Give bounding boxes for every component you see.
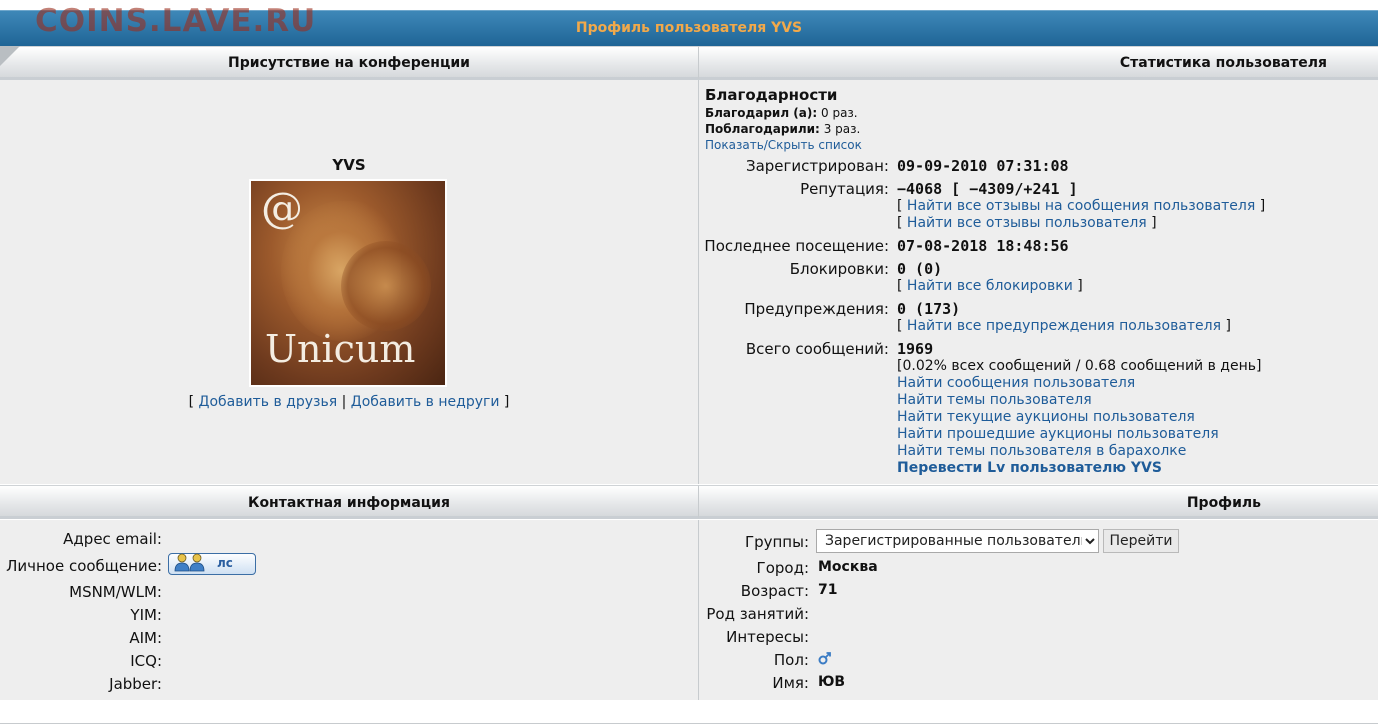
aim-label: AIM: <box>129 629 162 647</box>
blocks-label: Блокировки: <box>789 260 889 278</box>
stats-header: Статистика пользователя <box>698 46 1378 80</box>
stats-cell: Благодарности Благодарил (а): 0 раз. Поб… <box>698 80 1378 484</box>
stats-header-label: Статистика пользователя <box>1119 55 1327 71</box>
add-friend-link[interactable]: Добавить в друзья <box>199 394 338 410</box>
blocks-link[interactable]: Найти все блокировки <box>907 278 1073 294</box>
posts-detail: [0.02% всех сообщений / 0.68 сообщений в… <box>897 358 1262 374</box>
thanks-gave-label: Благодарил (а): <box>705 106 818 120</box>
contact-header-label: Контактная информация <box>248 495 450 511</box>
blocks-link-wrap: [ Найти все блокировки ] <box>897 278 1083 294</box>
blocks-value: 0 (0) <box>897 260 943 278</box>
rep-link2-wrap: [ Найти все отзывы пользователя ] <box>897 215 1157 231</box>
yim-label: YIM: <box>130 606 162 624</box>
thanks-toggle-link[interactable]: Показать/Скрыть список <box>705 138 862 152</box>
icq-label: ICQ: <box>130 652 162 670</box>
transfer-lv-link[interactable]: Перевести Lv пользователю YVS <box>897 460 1162 476</box>
thanks-gave: Благодарил (а): 0 раз. <box>705 106 858 120</box>
add-enemy-link[interactable]: Добавить в недруги <box>351 394 500 410</box>
pm-button-label: лс <box>217 556 233 570</box>
contact-cell: Адрес email: Личное сообщение: лс MSNM/W… <box>0 520 698 700</box>
city-value: Москва <box>818 559 878 575</box>
thanks-gave-value: 0 раз. <box>821 106 858 120</box>
avatar: @ Unicum <box>249 179 447 387</box>
city-label: Город: <box>756 559 809 577</box>
profile-cell: Группы: Зарегистрированные пользователи … <box>698 520 1378 700</box>
warnings-link[interactable]: Найти все предупреждения пользователя <box>907 318 1221 334</box>
msn-label: MSNM/WLM: <box>69 583 162 601</box>
gender-label: Пол: <box>773 651 809 669</box>
registered-label: Зарегистрирован: <box>745 157 889 175</box>
rep-link1-wrap: [ Найти все отзывы на сообщения пользова… <box>897 198 1266 214</box>
age-label: Возраст: <box>740 582 809 600</box>
interests-label: Интересы: <box>726 628 809 646</box>
warnings-label: Предупреждения: <box>744 300 889 318</box>
avatar-caption: Unicum <box>265 327 416 371</box>
presence-cell: YVS @ Unicum [ Добавить в друзья | Добав… <box>0 80 698 484</box>
warnings-value: 0 (173) <box>897 300 961 318</box>
groups-select[interactable]: Зарегистрированные пользователи <box>816 529 1099 553</box>
find-past-auctions-link[interactable]: Найти прошедшие аукционы пользователя <box>897 426 1219 442</box>
warnings-link-wrap: [ Найти все предупреждения пользователя … <box>897 318 1231 334</box>
find-topics-link[interactable]: Найти темы пользователя <box>897 392 1092 408</box>
pm-label: Личное сообщение: <box>6 557 162 575</box>
rep-given-link[interactable]: Найти все отзывы пользователя <box>907 215 1147 231</box>
male-icon <box>818 652 831 665</box>
users-icon <box>174 553 205 572</box>
corner-decoration <box>0 46 20 66</box>
bottom-divider <box>0 723 1378 724</box>
reputation-label: Репутация: <box>800 180 889 198</box>
occupation-label: Род занятий: <box>706 605 809 623</box>
thanks-title: Благодарности <box>705 86 838 104</box>
pm-button[interactable]: лс <box>168 553 256 575</box>
username: YVS <box>332 156 366 174</box>
avatar-at-sign: @ <box>261 183 303 232</box>
thanks-got-label: Поблагодарили: <box>705 122 820 136</box>
thanks-got-value: 3 раз. <box>823 122 861 136</box>
name-value: ЮВ <box>818 674 846 690</box>
find-posts-link[interactable]: Найти сообщения пользователя <box>897 375 1135 391</box>
thanks-got: Поблагодарили: 3 раз. <box>705 122 860 136</box>
go-button[interactable]: Перейти <box>1103 529 1179 553</box>
presence-header-label: Присутствие на конференции <box>228 55 470 71</box>
last-visit-label: Последнее посещение: <box>704 237 889 255</box>
find-current-auctions-link[interactable]: Найти текущие аукционы пользователя <box>897 409 1195 425</box>
site-watermark: COINS.LAVE.RU <box>35 3 317 39</box>
name-label: Имя: <box>772 674 809 692</box>
friend-links: [ Добавить в друзья | Добавить в недруги… <box>188 394 510 410</box>
email-label: Адрес email: <box>63 530 162 548</box>
posts-label: Всего сообщений: <box>745 340 889 358</box>
reputation-value: −4068 [ −4309/+241 ] <box>897 180 1078 198</box>
posts-value: 1969 <box>897 340 934 358</box>
presence-header: Присутствие на конференции <box>0 46 698 80</box>
rep-received-link[interactable]: Найти все отзывы на сообщения пользовате… <box>907 198 1255 214</box>
profile-header: Профиль <box>698 485 1378 519</box>
last-visit-value: 07-08-2018 18:48:56 <box>897 237 1069 255</box>
jabber-label: Jabber: <box>109 675 162 693</box>
find-flea-market-link[interactable]: Найти темы пользователя в барахолке <box>897 443 1186 459</box>
contact-header: Контактная информация <box>0 485 698 519</box>
profile-header-label: Профиль <box>1186 495 1261 511</box>
age-value: 71 <box>818 582 838 598</box>
groups-label: Группы: <box>744 533 809 551</box>
registered-value: 09-09-2010 07:31:08 <box>897 157 1069 175</box>
